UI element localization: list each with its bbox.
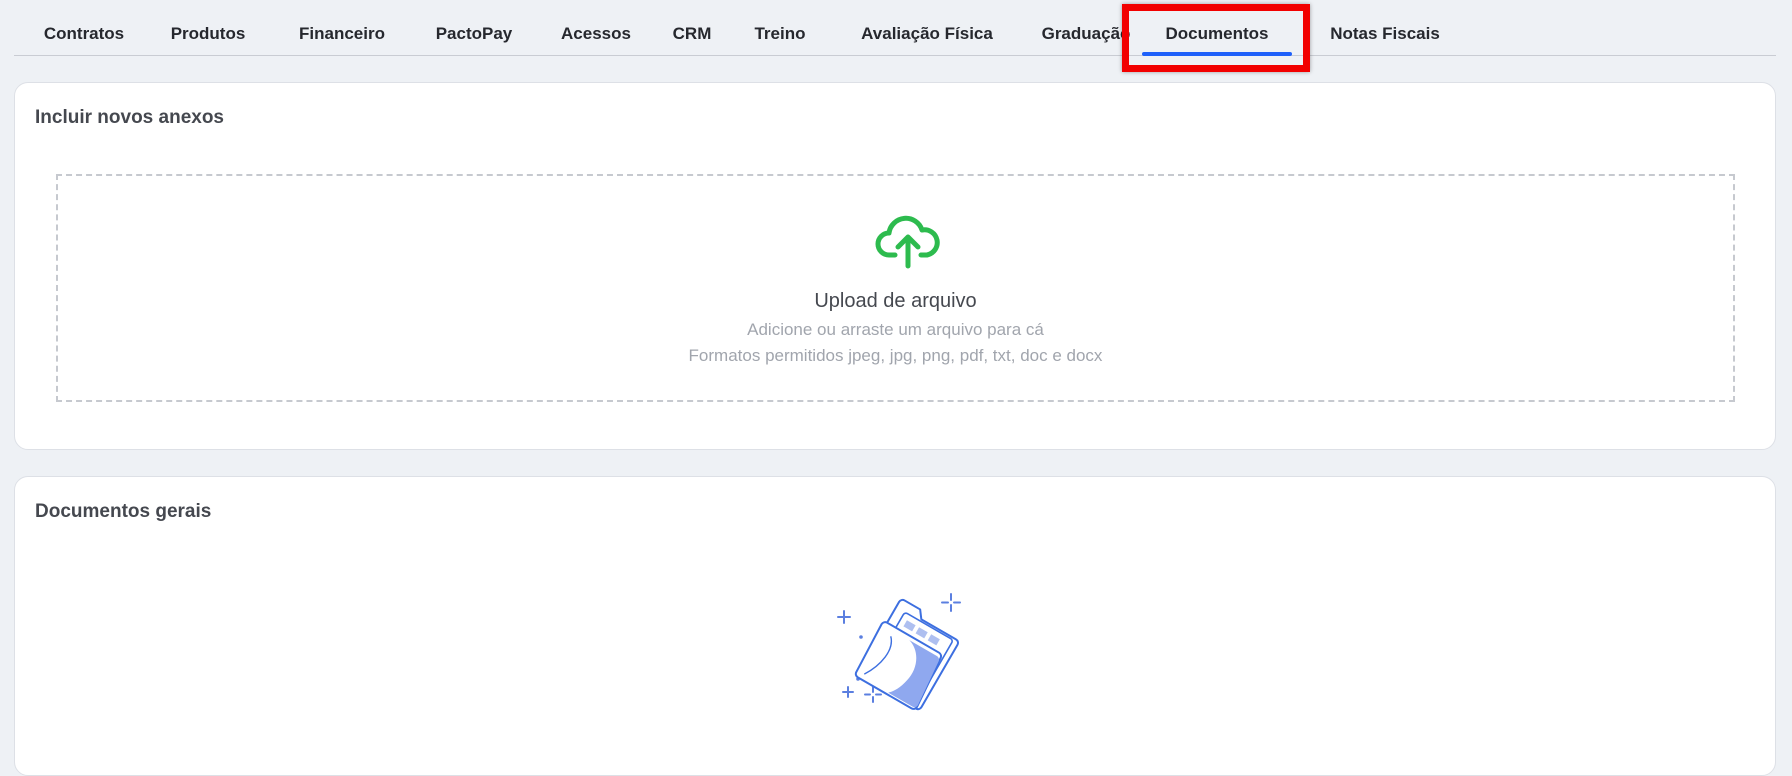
file-dropzone[interactable]: Upload de arquivo Adicione ou arraste um…: [56, 174, 1735, 402]
folder-illustration: [837, 593, 961, 711]
tab-acessos[interactable]: Acessos: [546, 24, 646, 56]
tab-contratos[interactable]: Contratos: [30, 24, 138, 56]
tab-treino[interactable]: Treino: [740, 24, 820, 56]
tab-notas-fiscais[interactable]: Notas Fiscais: [1314, 24, 1456, 56]
dropzone-title: Upload de arquivo: [814, 290, 977, 312]
documents-card-title: Documentos gerais: [35, 501, 212, 522]
tab-produtos[interactable]: Produtos: [158, 24, 258, 56]
documents-card: Documentos gerais: [14, 476, 1776, 776]
cloud-upload-icon: [875, 215, 940, 269]
tab-avaliacao-fisica[interactable]: Avaliação Física: [840, 24, 1014, 56]
tab-crm[interactable]: CRM: [656, 24, 728, 56]
upload-card: Incluir novos anexos Upload de arquivo A…: [14, 82, 1776, 450]
dropzone-formats: Formatos permitidos jpeg, jpg, png, pdf,…: [688, 346, 1103, 365]
tab-graduacao[interactable]: Graduação: [1022, 24, 1150, 56]
tab-documentos[interactable]: Documentos: [1142, 24, 1292, 56]
tab-pactopay[interactable]: PactoPay: [414, 24, 534, 56]
upload-card-title: Incluir novos anexos: [35, 107, 224, 128]
tab-bar: Contratos Produtos Financeiro PactoPay A…: [14, 0, 1776, 56]
dropzone-subtitle: Adicione ou arraste um arquivo para cá: [747, 320, 1044, 339]
tab-financeiro[interactable]: Financeiro: [282, 24, 402, 56]
